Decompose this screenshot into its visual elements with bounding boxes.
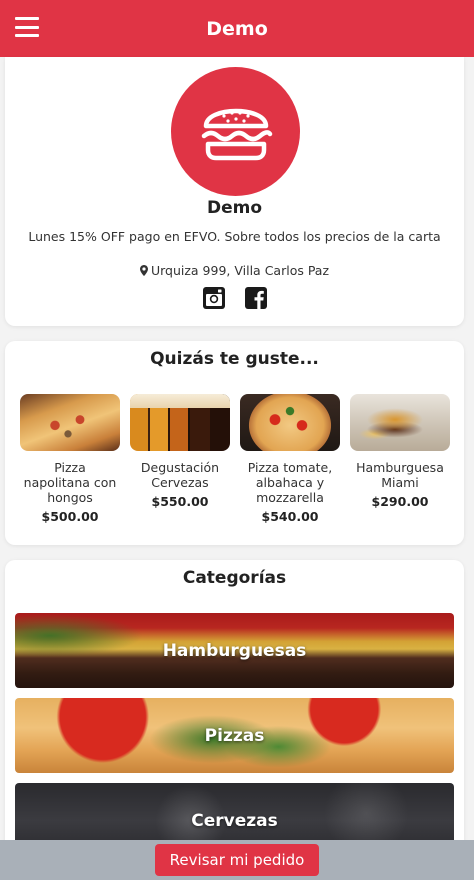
category-pizzas[interactable]: Pizzas bbox=[15, 698, 454, 773]
category-label: Hamburguesas bbox=[162, 640, 307, 661]
review-order-button[interactable]: Revisar mi pedido bbox=[154, 844, 320, 876]
product-price: $550.00 bbox=[151, 494, 209, 509]
category-hamburguesas[interactable]: Hamburguesas bbox=[15, 613, 454, 688]
product-name: Degustación Cervezas bbox=[140, 460, 220, 490]
store-info-card: Demo Lunes 15% OFF pago en EFVO. Sobre t… bbox=[5, 57, 464, 326]
product-image bbox=[350, 394, 450, 451]
categories-title: Categorías bbox=[182, 568, 287, 588]
store-promo-text: Lunes 15% OFF pago en EFVO. Sobre todos … bbox=[28, 229, 441, 244]
category-label: Cervezas bbox=[191, 810, 278, 831]
product-card[interactable]: Hamburguesa Miami $290.00 bbox=[349, 394, 451, 509]
categories-card: Categorías Hamburguesas Pizzas Cervezas bbox=[5, 560, 464, 880]
product-image bbox=[240, 394, 340, 451]
bottom-action-bar: Revisar mi pedido bbox=[0, 840, 474, 880]
store-address: Urquiza 999, Villa Carlos Paz bbox=[5, 263, 464, 278]
product-price: $540.00 bbox=[261, 509, 319, 524]
page-title: Demo bbox=[206, 17, 268, 40]
store-address-text: Urquiza 999, Villa Carlos Paz bbox=[150, 263, 330, 278]
suggestions-card: Quizás te guste... Pizza napolitana con … bbox=[5, 341, 464, 545]
category-label: Pizzas bbox=[204, 725, 265, 746]
product-name: Pizza napolitana con hongos bbox=[23, 460, 117, 505]
store-logo bbox=[171, 67, 300, 196]
map-pin-icon bbox=[139, 265, 148, 276]
product-card[interactable]: Pizza napolitana con hongos $500.00 bbox=[19, 394, 121, 524]
hamburger-menu-icon[interactable] bbox=[15, 17, 39, 37]
product-price: $290.00 bbox=[371, 494, 429, 509]
social-links bbox=[5, 286, 464, 310]
product-image bbox=[20, 394, 120, 451]
product-name: Hamburguesa Miami bbox=[356, 460, 444, 490]
product-card[interactable]: Degustación Cervezas $550.00 bbox=[129, 394, 231, 509]
suggestions-title: Quizás te guste... bbox=[150, 349, 319, 369]
product-card[interactable]: Pizza tomate, albahaca y mozzarella $540… bbox=[239, 394, 341, 524]
product-price: $500.00 bbox=[41, 509, 99, 524]
facebook-icon[interactable] bbox=[244, 286, 268, 310]
store-name: Demo bbox=[206, 198, 263, 218]
product-image bbox=[130, 394, 230, 451]
app-header: Demo bbox=[0, 0, 474, 57]
burger-icon bbox=[201, 108, 272, 160]
product-name: Pizza tomate, albahaca y mozzarella bbox=[247, 460, 333, 505]
instagram-icon[interactable] bbox=[202, 286, 226, 310]
